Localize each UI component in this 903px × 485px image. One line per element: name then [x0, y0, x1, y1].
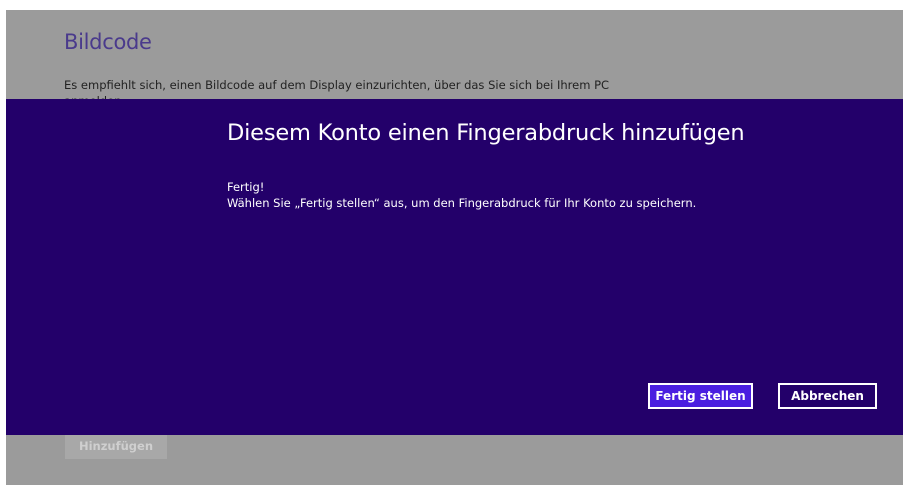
dialog-title: Diesem Konto einen Fingerabdruck hinzufü… — [227, 120, 745, 146]
page-title: Bildcode — [64, 30, 152, 54]
dialog-message: Wählen Sie „Fertig stellen“ aus, um den … — [227, 196, 697, 210]
page-description: Es empfiehlt sich, einen Bildcode auf de… — [64, 78, 610, 92]
add-fingerprint-dialog: Diesem Konto einen Fingerabdruck hinzufü… — [6, 99, 903, 435]
finish-button[interactable]: Fertig stellen — [648, 383, 753, 409]
dialog-status-text: Fertig! — [227, 180, 265, 194]
add-picture-password-button: Hinzufügen — [65, 434, 167, 459]
cancel-button[interactable]: Abbrechen — [778, 383, 877, 409]
